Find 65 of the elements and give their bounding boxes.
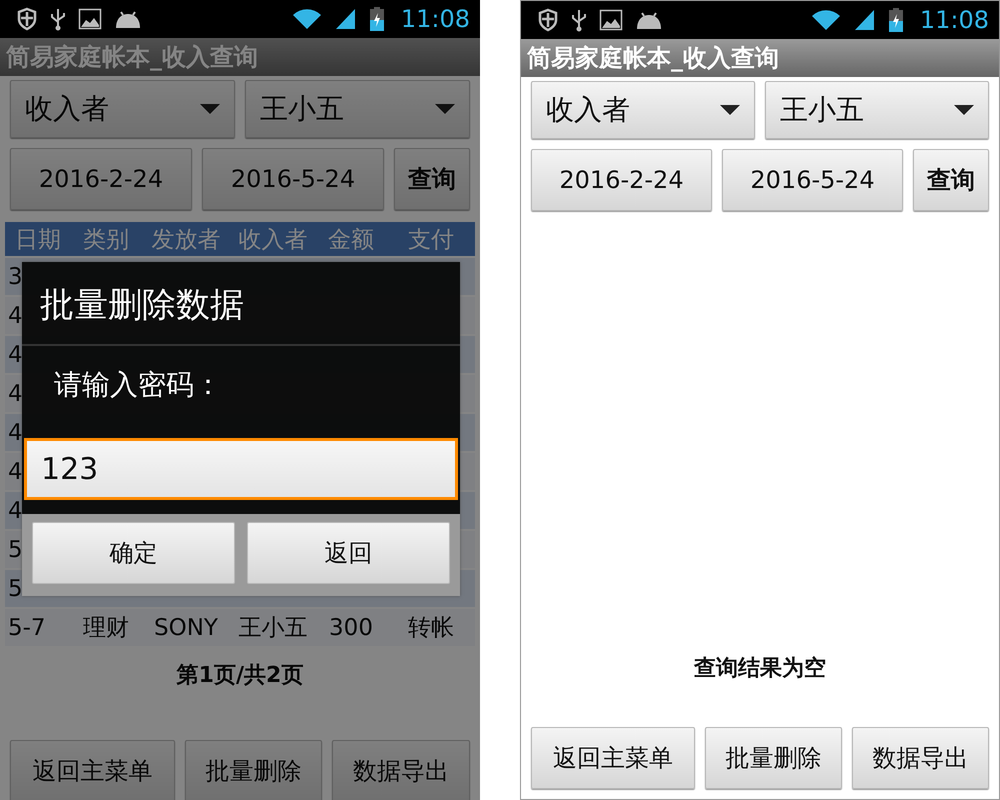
table-cell: 5 bbox=[8, 536, 23, 562]
clock: 11:08 bbox=[920, 6, 989, 34]
table-cell: 4 bbox=[8, 458, 23, 484]
battery-icon bbox=[888, 7, 904, 33]
table-cell: 4 bbox=[8, 420, 23, 446]
wifi-icon bbox=[290, 7, 323, 31]
app-title: 简易家庭帐本_收入查询 bbox=[527, 43, 779, 74]
caret-icon bbox=[200, 104, 220, 114]
page-indicator: 第1页/共2页 bbox=[176, 662, 304, 690]
dialog-title: 批量删除数据 bbox=[22, 262, 460, 346]
table-cell: 5-7 bbox=[8, 614, 46, 640]
image-icon bbox=[599, 8, 623, 32]
table-cell-text: 王小五 bbox=[238, 614, 308, 643]
action-button[interactable]: 返回主菜单 bbox=[10, 740, 175, 800]
date-button[interactable]: 2016-5-24 bbox=[202, 148, 384, 210]
signal-icon bbox=[334, 7, 357, 31]
app-title: 简易家庭帐本_收入查询 bbox=[6, 42, 258, 73]
column-header: 收入者 bbox=[238, 226, 308, 254]
table-cell: 4 bbox=[8, 498, 23, 524]
image-icon bbox=[78, 7, 102, 31]
dropdown[interactable]: 收入者 bbox=[10, 80, 235, 138]
query-button[interactable]: 查询 bbox=[913, 149, 989, 211]
action-button[interactable]: 批量删除 bbox=[705, 727, 842, 789]
action-button[interactable]: 返回主菜单 bbox=[531, 727, 695, 789]
table-cell: 5 bbox=[8, 576, 23, 602]
table-cell-text: SONY bbox=[153, 614, 219, 640]
clock: 11:08 bbox=[400, 5, 470, 33]
table-row[interactable]: 5-7 理财 SONY 王小五 300 转帐 bbox=[5, 609, 475, 646]
table-cell-text: 300 bbox=[328, 614, 374, 640]
dialog-button[interactable]: 返回 bbox=[247, 522, 450, 584]
dropdown[interactable]: 收入者 bbox=[531, 81, 755, 139]
empty-result-message: 查询结果为空 bbox=[694, 655, 826, 683]
column-header: 日期 bbox=[14, 226, 62, 254]
dialog-label: 请输入密码： bbox=[53, 367, 223, 403]
column-header: 发放者 bbox=[150, 226, 222, 254]
date-button[interactable]: 2016-5-24 bbox=[722, 149, 903, 211]
column-header: 支付 bbox=[407, 226, 455, 254]
column-header: 类别 bbox=[82, 226, 130, 254]
caret-icon bbox=[435, 104, 455, 114]
caret-icon bbox=[954, 105, 974, 115]
shield-icon bbox=[537, 8, 559, 32]
battery-icon bbox=[368, 6, 385, 32]
usb-icon bbox=[571, 8, 587, 32]
column-header: 金额 bbox=[327, 226, 375, 254]
dropdown[interactable]: 王小五 bbox=[245, 80, 470, 138]
date-button[interactable]: 2016-2-24 bbox=[10, 148, 192, 210]
wifi-icon bbox=[810, 8, 842, 32]
caret-icon bbox=[720, 105, 740, 115]
table-cell-text: 转帐 bbox=[407, 614, 455, 643]
table-cell: 4 bbox=[8, 302, 23, 328]
table-cell: 4 bbox=[8, 380, 23, 406]
shield-icon bbox=[16, 7, 38, 31]
action-button[interactable]: 数据导出 bbox=[332, 740, 470, 800]
table-cell-text: 理财 bbox=[82, 614, 130, 643]
signal-icon bbox=[854, 8, 876, 32]
table-cell: 4 bbox=[8, 342, 23, 368]
date-button[interactable]: 2016-2-24 bbox=[531, 149, 712, 211]
action-button[interactable]: 批量删除 bbox=[184, 740, 322, 800]
dropdown[interactable]: 王小五 bbox=[765, 81, 989, 139]
dialog-button[interactable]: 确定 bbox=[32, 522, 235, 584]
password-field[interactable]: 123 bbox=[24, 438, 458, 500]
table-cell: 3 bbox=[8, 264, 23, 290]
usb-icon bbox=[50, 7, 66, 31]
query-button[interactable]: 查询 bbox=[394, 148, 470, 210]
action-button[interactable]: 数据导出 bbox=[852, 727, 989, 789]
